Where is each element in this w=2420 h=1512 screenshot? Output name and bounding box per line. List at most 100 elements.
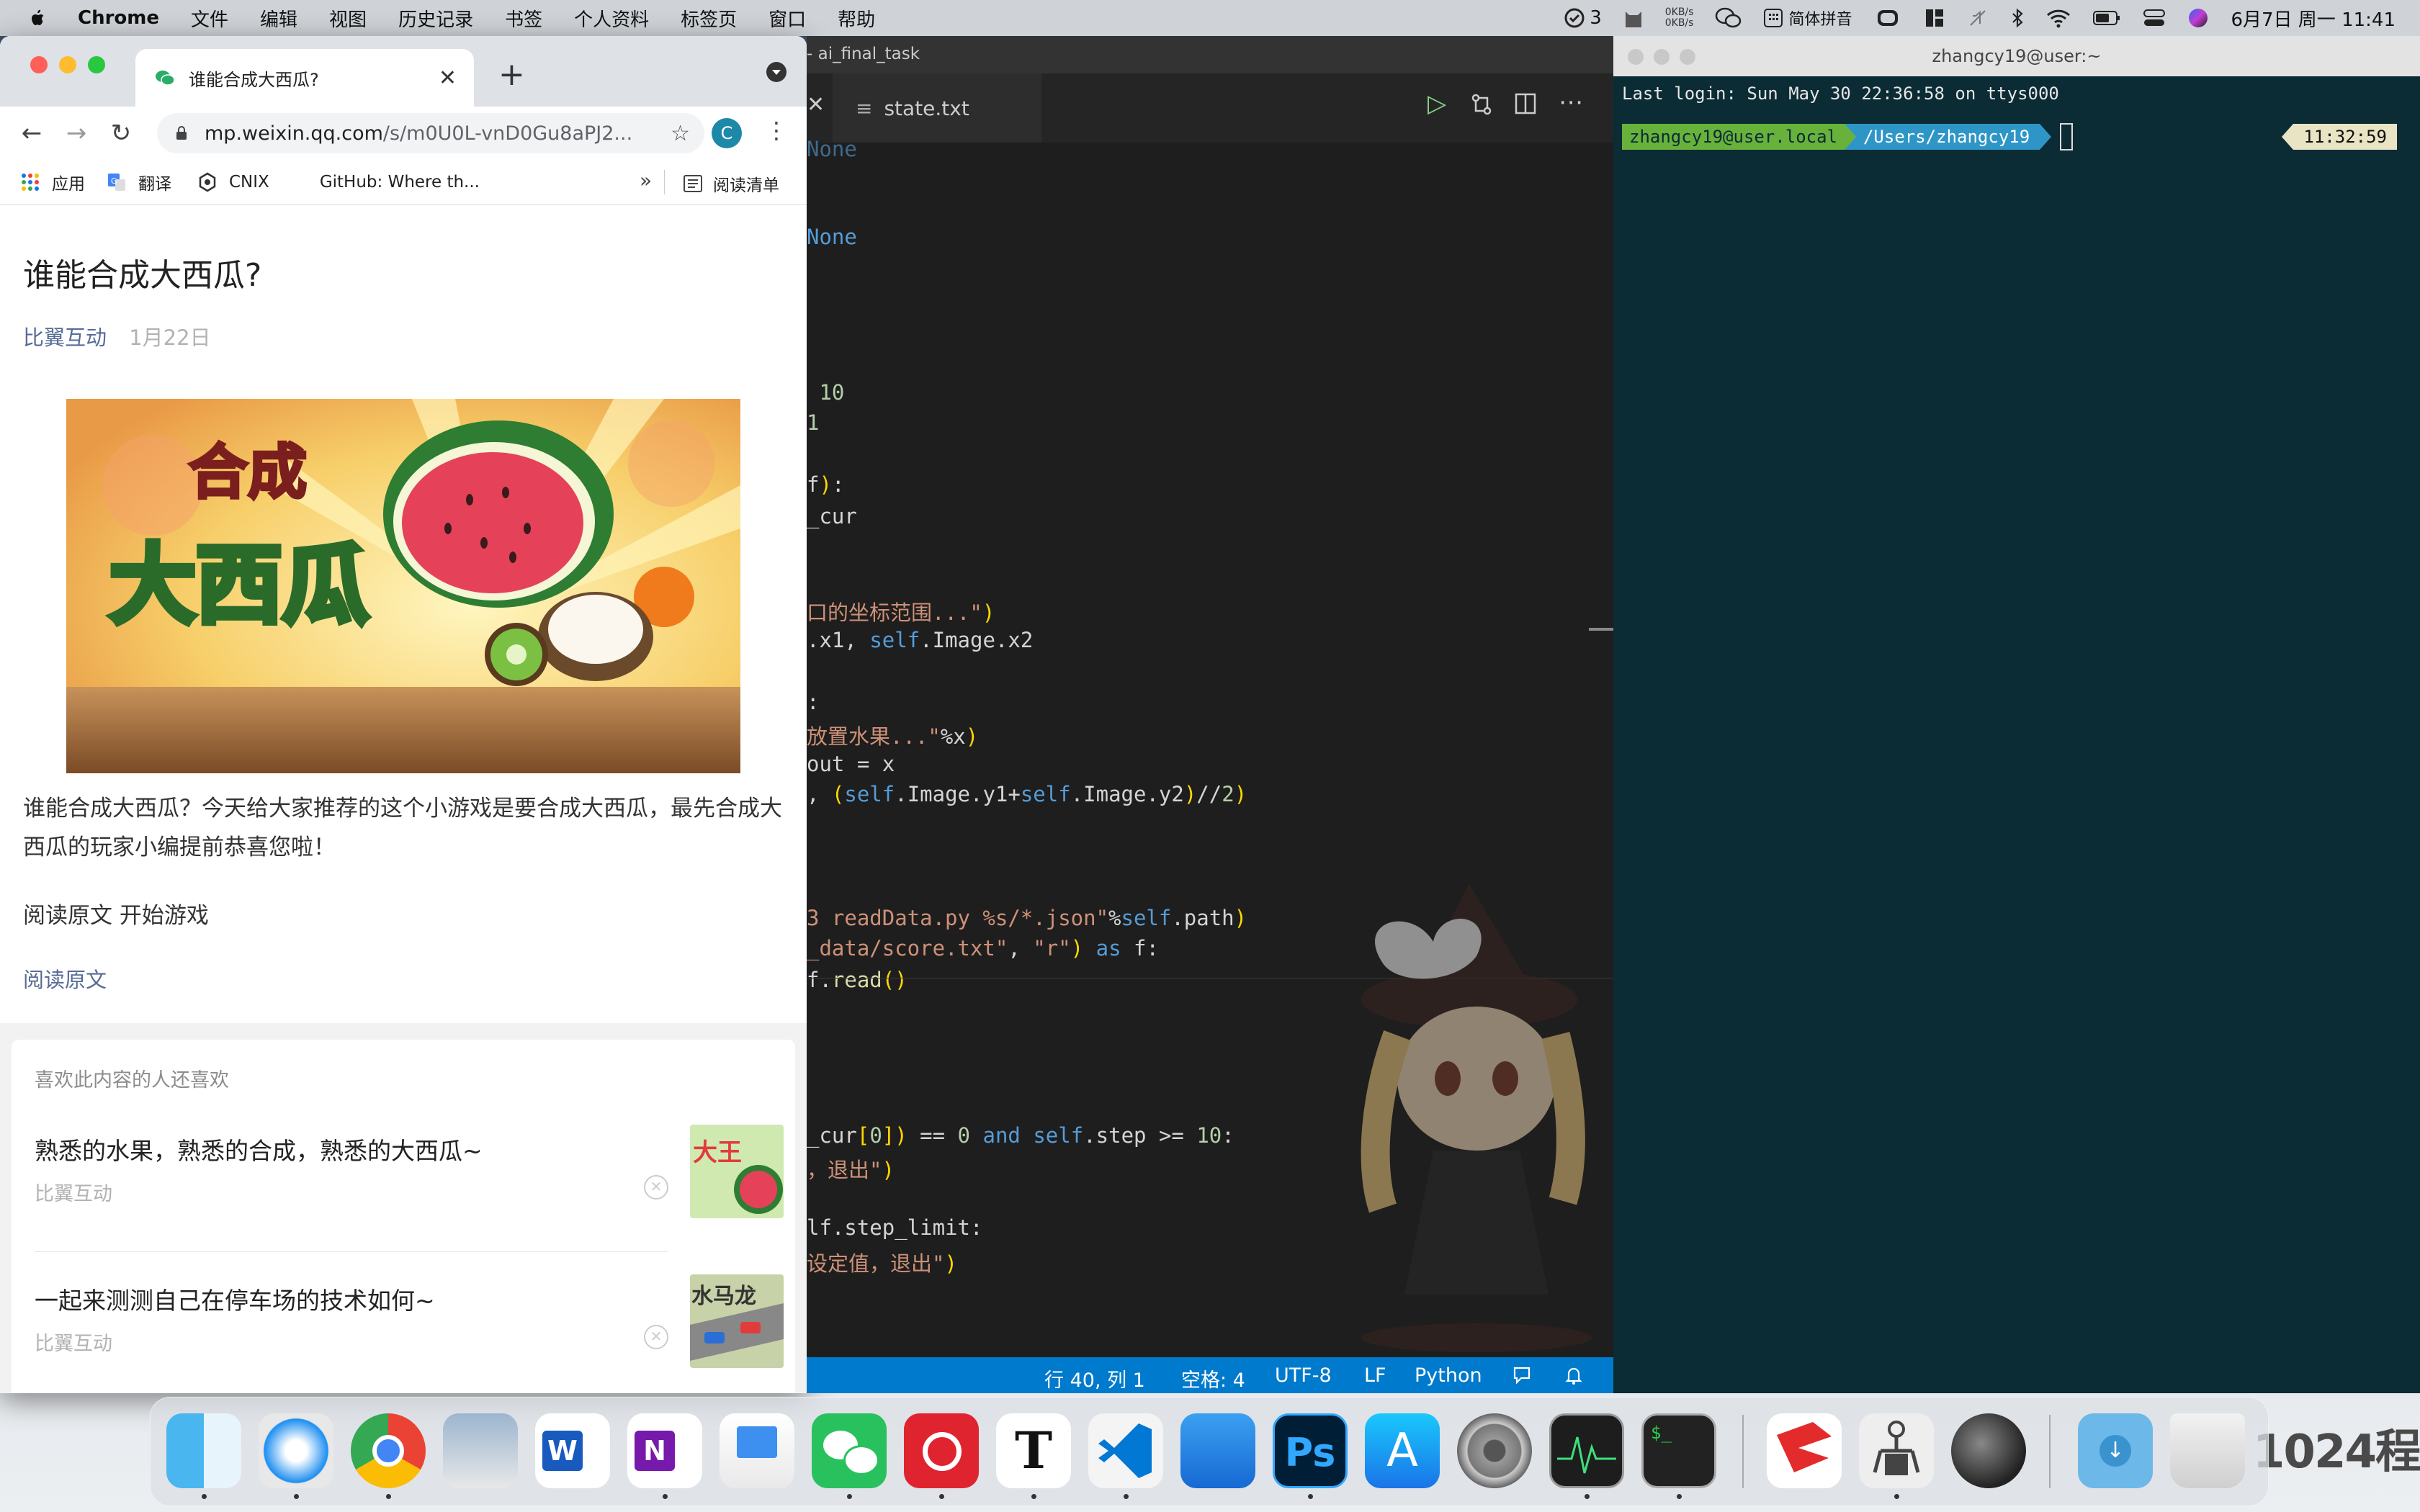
bookmark-cnix[interactable]: CNIX xyxy=(197,172,269,192)
menu-app-name[interactable]: Chrome xyxy=(78,7,159,29)
control-center-icon[interactable] xyxy=(2143,8,2166,28)
apple-menu-icon[interactable] xyxy=(27,7,49,29)
split-editor-icon[interactable] xyxy=(1514,92,1537,115)
claw-app-icon[interactable] xyxy=(1859,1413,1934,1488)
word-icon[interactable]: W xyxy=(535,1413,610,1488)
close-window-button[interactable] xyxy=(30,56,48,73)
bluetooth-icon[interactable] xyxy=(2010,7,2025,29)
app-store-icon[interactable]: A xyxy=(1365,1413,1440,1488)
notification-bell-icon[interactable] xyxy=(1563,1364,1585,1386)
menu-file[interactable]: 文件 xyxy=(191,5,228,32)
trash-icon[interactable] xyxy=(2170,1413,2245,1488)
vscode-icon[interactable] xyxy=(1088,1413,1163,1488)
feedback-icon[interactable] xyxy=(1511,1364,1533,1386)
article-author-link[interactable]: 比翼互动 xyxy=(23,325,107,350)
dark-sphere-icon[interactable] xyxy=(1951,1413,2026,1488)
cat-icon[interactable] xyxy=(1623,7,1644,29)
code-line: _cur xyxy=(807,504,857,528)
bookmark-apps-label: 应用 xyxy=(52,175,85,194)
zoom-window-button[interactable] xyxy=(88,56,105,73)
menu-history[interactable]: 历史记录 xyxy=(398,5,473,32)
language-mode[interactable]: Python xyxy=(1415,1364,1482,1387)
wechat-status-icon[interactable] xyxy=(1715,7,1742,29)
dismiss-icon[interactable]: ✕ xyxy=(644,1175,668,1200)
code-line: 3 readData.py %s/*.json"%self.path) xyxy=(807,906,1247,930)
window-layout-icon[interactable] xyxy=(1924,7,1945,29)
wechat-icon[interactable] xyxy=(812,1413,887,1488)
typora-icon[interactable]: T xyxy=(996,1413,1071,1488)
menu-profiles[interactable]: 个人资料 xyxy=(574,5,649,32)
read-original-link[interactable]: 阅读原文 xyxy=(23,963,107,994)
network-speed[interactable]: 0KB/s 0KB/s xyxy=(1665,7,1694,29)
prompt-time-segment: 11:32:59 xyxy=(2282,124,2397,150)
cursor-position[interactable]: 行 40, 列 1 xyxy=(1044,1364,1145,1392)
activity-monitor-icon[interactable] xyxy=(1549,1413,1624,1488)
menu-tab[interactable]: 标签页 xyxy=(681,5,737,32)
siri-icon[interactable] xyxy=(2187,7,2209,29)
profile-avatar[interactable]: C xyxy=(712,118,742,148)
close-tab-icon[interactable]: ✕ xyxy=(807,92,825,117)
wifi-icon[interactable] xyxy=(2046,8,2071,28)
input-method[interactable]: 简体拼音 xyxy=(1764,6,1852,30)
keynote-icon[interactable] xyxy=(720,1413,794,1488)
mute-icon[interactable] xyxy=(1967,7,1989,29)
xcode-icon[interactable] xyxy=(1180,1413,1255,1488)
tab-close-icon[interactable]: ✕ xyxy=(439,66,457,91)
minimize-window-button[interactable] xyxy=(59,56,76,73)
bookmark-translate[interactable]: G 翻译 xyxy=(107,170,171,194)
reading-list-button[interactable]: 阅读清单 xyxy=(683,171,779,196)
forward-icon[interactable]: → xyxy=(63,119,89,148)
run-icon[interactable]: ▷ xyxy=(1428,89,1446,118)
netease-music-icon[interactable] xyxy=(904,1413,979,1488)
tasks-status[interactable]: 3 xyxy=(1564,7,1602,29)
close-window-button[interactable] xyxy=(1628,49,1644,65)
menu-edit[interactable]: 编辑 xyxy=(260,5,297,32)
system-preferences-icon[interactable] xyxy=(1457,1413,1532,1488)
line-ending[interactable]: LF xyxy=(1364,1364,1386,1387)
reload-icon[interactable]: ↻ xyxy=(108,119,134,148)
more-actions-icon[interactable]: ⋯ xyxy=(1559,88,1583,117)
safari-icon[interactable] xyxy=(259,1413,333,1488)
bookmark-github[interactable]: GitHub: Where th... xyxy=(320,173,480,192)
bookmark-star-icon[interactable]: ☆ xyxy=(671,121,690,146)
article-date: 1月22日 xyxy=(129,325,211,350)
menu-help[interactable]: 帮助 xyxy=(838,5,875,32)
zoom-window-button[interactable] xyxy=(1680,49,1695,65)
source-control-icon[interactable] xyxy=(1469,92,1494,117)
chrome-icon[interactable] xyxy=(351,1413,426,1488)
new-tab-button[interactable]: + xyxy=(498,56,525,93)
editor-tab[interactable]: ≡ state.txt xyxy=(833,73,1041,143)
finder-icon[interactable] xyxy=(166,1413,241,1488)
file-encoding[interactable]: UTF-8 xyxy=(1275,1364,1332,1387)
recommendation-item[interactable]: 一起来测测自己在停车场的技术如何~ 比翼互动 ✕ 水马龙 xyxy=(35,1274,784,1393)
photoshop-icon[interactable]: Ps xyxy=(1273,1413,1348,1488)
battery-icon[interactable] xyxy=(2092,9,2121,27)
terminal-icon[interactable]: $_ xyxy=(1641,1413,1716,1488)
url-host: mp.weixin.qq.com xyxy=(205,122,383,145)
downloads-folder-icon[interactable]: ↓ xyxy=(2078,1413,2153,1488)
indentation-setting[interactable]: 空格: 4 xyxy=(1181,1364,1245,1392)
recommendation-item[interactable]: 熟悉的水果，熟悉的合成，熟悉的大西瓜~ 比翼互动 ✕ 大王 xyxy=(35,1125,784,1254)
menu-view[interactable]: 视图 xyxy=(329,5,367,32)
minimize-window-button[interactable] xyxy=(1654,49,1670,65)
code-line: , (self.Image.y1+self.Image.y2)//2) xyxy=(807,782,1247,806)
code-editor[interactable]: None None 10 1 f): _cur 口的坐标范围...") .x1,… xyxy=(807,137,1613,1352)
toggle-icon[interactable] xyxy=(1873,7,1902,29)
preview-icon[interactable] xyxy=(443,1413,518,1488)
address-bar[interactable]: mp.weixin.qq.com/s/m0U0L-vnD0Gu8aPJ2... … xyxy=(157,113,704,153)
back-icon[interactable]: ← xyxy=(19,119,45,148)
terminal-output[interactable]: Last login: Sun May 30 22:36:58 on ttys0… xyxy=(1622,76,2059,104)
bookmarks-overflow-button[interactable]: » xyxy=(640,168,652,192)
chrome-menu-icon[interactable]: ⋮ xyxy=(765,117,788,144)
dismiss-icon[interactable]: ✕ xyxy=(644,1325,668,1349)
onenote-icon[interactable]: N xyxy=(627,1413,702,1488)
tab-search-icon[interactable] xyxy=(766,62,786,82)
menu-window[interactable]: 窗口 xyxy=(768,5,806,32)
menu-bookmarks[interactable]: 书签 xyxy=(505,5,542,32)
bookmark-apps[interactable]: 应用 xyxy=(20,170,85,194)
clock[interactable]: 6月7日 周一 11:41 xyxy=(2231,5,2396,32)
code-line: 放置水果..."%x) xyxy=(807,724,979,749)
running-indicator xyxy=(939,1494,944,1499)
browser-tab[interactable]: 谁能合成大西瓜? ✕ xyxy=(135,49,474,107)
wps-icon[interactable] xyxy=(1767,1413,1842,1488)
